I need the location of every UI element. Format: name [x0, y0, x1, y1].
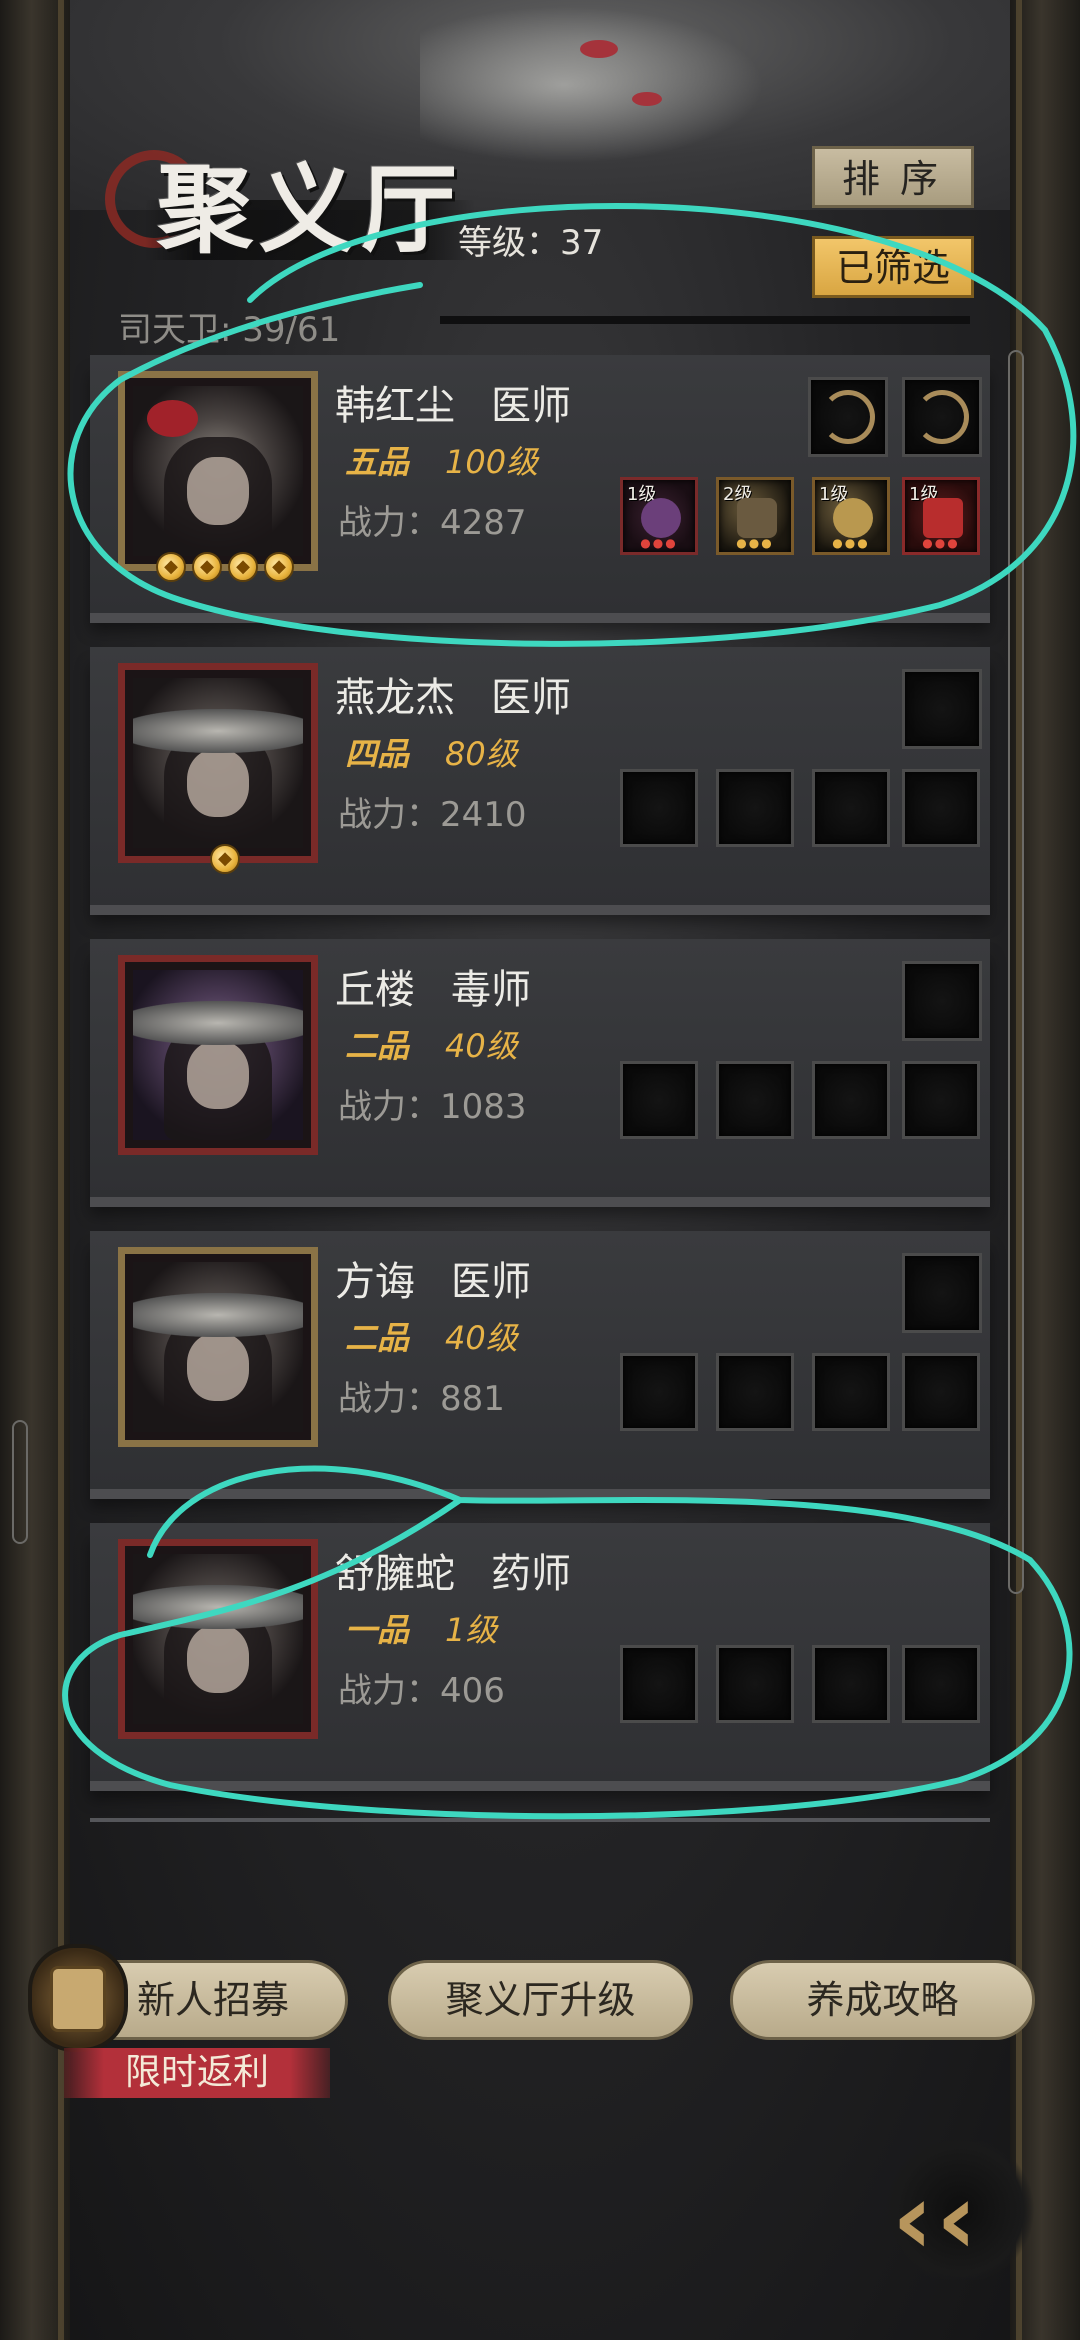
- hero-card[interactable]: 方诲 医师 二品 40级 战力：881: [90, 1231, 990, 1489]
- hero-name-line: 舒臃蛇 药师: [335, 1541, 571, 1599]
- hero-rank: 二品: [345, 1319, 410, 1357]
- equip-slot-empty[interactable]: [812, 769, 890, 847]
- hero-class: 医师: [491, 383, 571, 429]
- cloak-icon: [915, 390, 969, 444]
- double-chevron-left-icon: ‹: [936, 2160, 978, 2277]
- equip-slot-empty[interactable]: [902, 769, 980, 847]
- equip-slot-empty[interactable]: [620, 769, 698, 847]
- hero-portrait[interactable]: ◆ ◆ ◆ ◆: [118, 371, 318, 582]
- hero-name: 燕龙杰: [335, 675, 455, 721]
- crane-crest: [632, 92, 662, 106]
- guard-count: 司天卫: 39/61: [118, 310, 341, 350]
- cloak-icon: [821, 390, 875, 444]
- hero-rank: 五品: [345, 443, 410, 481]
- hall-upgrade-button[interactable]: 聚义厅升级: [388, 1960, 693, 2040]
- star-icon: ◆: [264, 552, 294, 582]
- armor-icon: [737, 498, 777, 538]
- star-rating: ◆: [125, 844, 325, 874]
- edge-handle[interactable]: [12, 1420, 28, 1544]
- hero-name-line: 燕龙杰 医师: [335, 665, 571, 723]
- hero-power: 战力：881: [338, 1379, 505, 1419]
- hero-power: 战力：4287: [338, 503, 527, 543]
- equip-slot-empty[interactable]: [812, 1061, 890, 1139]
- hero-power: 战力：1083: [338, 1087, 527, 1127]
- hall-level: 等级：37: [458, 223, 604, 263]
- hero-rank: 四品: [345, 735, 410, 773]
- pouch-icon: [833, 498, 873, 538]
- star-icon: ◆: [156, 552, 186, 582]
- hero-name: 韩红尘: [335, 383, 455, 429]
- hero-level: 80级: [445, 735, 518, 773]
- hero-level: 40级: [445, 1027, 518, 1065]
- hero-power: 战力：406: [338, 1671, 505, 1711]
- page-title: 聚义厅: [157, 153, 463, 266]
- hero-card[interactable]: ◆ ◆ ◆ ◆ 韩红尘 医师 五品 100级 战力：4287 1级 ●●● 2级 ●●●…: [90, 355, 990, 613]
- gourd-icon: [641, 498, 681, 538]
- skill-slot-empty[interactable]: [902, 669, 982, 749]
- filter-button[interactable]: 已筛选: [812, 236, 974, 298]
- hero-level: 1级: [445, 1611, 498, 1649]
- hero-class: 医师: [451, 1259, 531, 1305]
- sort-button[interactable]: 排序: [812, 146, 974, 208]
- recruit-emblem-icon[interactable]: [28, 1944, 128, 2052]
- equip-slot-empty[interactable]: [620, 1353, 698, 1431]
- equip-slot-empty[interactable]: [716, 1061, 794, 1139]
- hero-rank: 一品: [345, 1611, 410, 1649]
- growth-guide-button[interactable]: 养成攻略: [730, 1960, 1035, 2040]
- hero-name: 舒臃蛇: [335, 1551, 455, 1597]
- hero-name: 方诲: [335, 1259, 415, 1305]
- hero-rank: 二品: [345, 1027, 410, 1065]
- crane-art: [420, 0, 780, 170]
- equip-slot-empty[interactable]: [716, 1353, 794, 1431]
- title-block: 聚义厅: [105, 130, 475, 270]
- star-icon: ◆: [192, 552, 222, 582]
- divider: [440, 316, 970, 324]
- cloth-icon: [923, 498, 963, 538]
- hero-portrait[interactable]: [118, 955, 318, 1155]
- star-rating: ◆ ◆ ◆ ◆: [125, 552, 325, 582]
- hero-level: 100级: [445, 443, 539, 481]
- equip-slot[interactable]: 2级 ●●●: [716, 477, 794, 555]
- list-bottom-divider: [90, 1818, 990, 1822]
- double-chevron-left-icon: ‹: [892, 2160, 934, 2277]
- equip-slot-empty[interactable]: [620, 1061, 698, 1139]
- hero-list: ◆ ◆ ◆ ◆ 韩红尘 医师 五品 100级 战力：4287 1级 ●●● 2级 ●●●…: [90, 355, 990, 1815]
- hero-name: 丘楼: [335, 967, 415, 1013]
- hero-class: 医师: [491, 675, 571, 721]
- hero-class: 毒师: [451, 967, 531, 1013]
- hero-portrait[interactable]: [118, 1247, 318, 1447]
- hero-card[interactable]: ◆ 燕龙杰 医师 四品 80级 战力：2410: [90, 647, 990, 905]
- equip-slot-empty[interactable]: [902, 1353, 980, 1431]
- hero-card[interactable]: 舒臃蛇 药师 一品 1级 战力：406: [90, 1523, 990, 1781]
- hero-card[interactable]: 丘楼 毒师 二品 40级 战力：1083: [90, 939, 990, 1197]
- hero-power: 战力：2410: [338, 795, 527, 835]
- hero-level: 40级: [445, 1319, 518, 1357]
- hero-class: 药师: [491, 1551, 571, 1597]
- hero-portrait[interactable]: [118, 1539, 318, 1739]
- hero-name-line: 方诲 医师: [335, 1249, 531, 1307]
- equip-slot-empty[interactable]: [902, 1645, 980, 1723]
- equip-slot[interactable]: 1级 ●●●: [902, 477, 980, 555]
- equip-slot-empty[interactable]: [716, 769, 794, 847]
- equip-slot-empty[interactable]: [812, 1645, 890, 1723]
- back-button[interactable]: ‹ ‹: [880, 2130, 1040, 2280]
- list-scrollbar[interactable]: [1008, 350, 1024, 1594]
- equip-slot-empty[interactable]: [716, 1645, 794, 1723]
- skill-slot-empty[interactable]: [902, 1253, 982, 1333]
- equip-slot[interactable]: 1级 ●●●: [620, 477, 698, 555]
- equip-slot-empty[interactable]: [902, 1061, 980, 1139]
- hero-portrait[interactable]: ◆: [118, 663, 318, 874]
- skill-slot-empty[interactable]: [902, 961, 982, 1041]
- star-icon: ◆: [210, 844, 240, 874]
- star-icon: ◆: [228, 552, 258, 582]
- skill-slot[interactable]: [902, 377, 982, 457]
- hero-name-line: 韩红尘 医师: [335, 373, 571, 431]
- hero-name-line: 丘楼 毒师: [335, 957, 531, 1015]
- crane-crest: [580, 40, 618, 58]
- equip-slot[interactable]: 1级 ●●●: [812, 477, 890, 555]
- equip-slot-empty[interactable]: [812, 1353, 890, 1431]
- promo-tag[interactable]: 限时返利: [64, 2048, 330, 2098]
- equip-slot-empty[interactable]: [620, 1645, 698, 1723]
- skill-slot[interactable]: [808, 377, 888, 457]
